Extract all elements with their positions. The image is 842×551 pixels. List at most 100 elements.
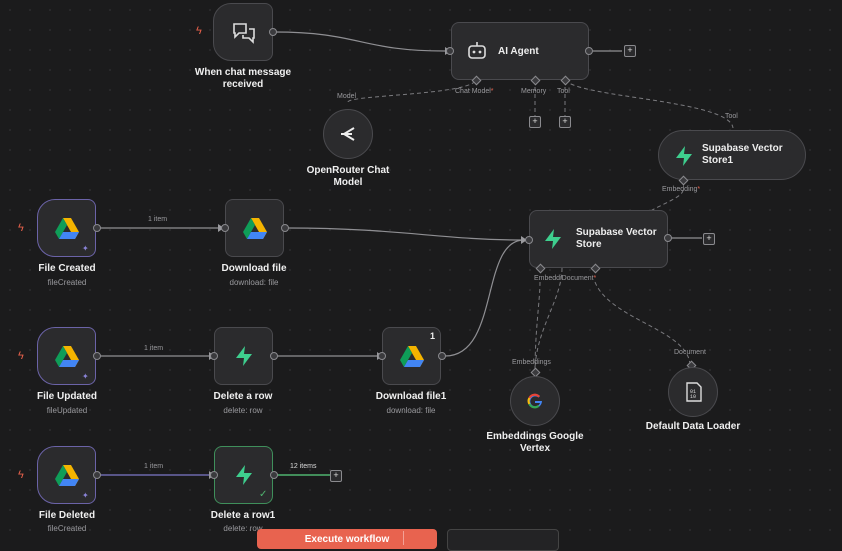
supabase-icon: [676, 146, 692, 166]
port-out[interactable]: [93, 224, 101, 232]
pin-icon: ✦: [82, 491, 89, 500]
edge-download-supabase: [286, 227, 525, 241]
embeddings-google-label: Embeddings Google Vertex: [486, 431, 584, 454]
download-file1-label: Download file1: [375, 391, 447, 402]
file-deleted-sub: fileCreated: [47, 524, 87, 533]
port-in[interactable]: [378, 352, 386, 360]
binary-file-icon: 01 10: [686, 382, 702, 402]
download-file-sub: download: file: [229, 278, 279, 287]
embedding-document-port-label: EmbeddiDocument*: [534, 275, 597, 282]
google-drive-icon: [55, 218, 79, 239]
pin-icon: ✦: [82, 244, 89, 253]
file-updated-label: File Updated: [36, 391, 97, 402]
port-in[interactable]: [210, 471, 218, 479]
edge-embeddings: [534, 267, 563, 373]
file-updated-sub: fileUpdated: [46, 406, 88, 415]
default-data-loader-label: Default Data Loader: [645, 421, 741, 432]
port-out[interactable]: [93, 471, 101, 479]
add-node-button[interactable]: +: [624, 45, 636, 57]
edge-item-count: 12 items: [290, 463, 317, 470]
node-chat-trigger[interactable]: [213, 3, 273, 61]
node-default-data-loader[interactable]: 01 10: [668, 367, 718, 417]
secondary-toolbar-button[interactable]: [447, 529, 559, 551]
model-port-label: Model: [337, 93, 357, 100]
trigger-bolt-icon: ϟ: [18, 469, 24, 481]
edge-chat-to-agent: [273, 31, 446, 52]
google-drive-icon: [243, 218, 267, 239]
node-delete-row[interactable]: [214, 327, 273, 385]
node-ai-agent[interactable]: AI Agent: [451, 22, 589, 80]
connections-layer: [98, 31, 734, 479]
supabase-icon: [236, 465, 252, 485]
file-created-label: File Created: [38, 263, 96, 274]
memory-port-label: Memory: [521, 88, 547, 95]
port-out[interactable]: [269, 28, 277, 36]
google-drive-icon: [55, 346, 79, 367]
port-out[interactable]: [270, 471, 278, 479]
embedding-port-label: Embedding*: [662, 186, 701, 193]
edge-item-count: 1 item: [144, 463, 164, 470]
supabase-vs1-label: Supabase Vector Store1: [702, 143, 783, 166]
edge-item-count: 1 item: [144, 345, 164, 352]
port-out[interactable]: [438, 352, 446, 360]
port-out[interactable]: [585, 47, 593, 55]
add-tool-button[interactable]: +: [559, 116, 571, 128]
ai-agent-label: AI Agent: [498, 46, 539, 57]
node-supabase-vector-store[interactable]: Supabase Vector Store: [529, 210, 668, 268]
openrouter-icon: [341, 127, 355, 141]
port-in[interactable]: [525, 236, 533, 244]
delete-row-sub: delete: row: [223, 406, 263, 415]
chat-icon: [233, 23, 255, 44]
file-deleted-label: File Deleted: [38, 510, 96, 521]
supabase-icon: [545, 229, 561, 249]
node-download-file[interactable]: [225, 199, 284, 257]
port-out[interactable]: [270, 352, 278, 360]
supabase-icon: [236, 346, 252, 366]
embeddings-port-label: Embeddings: [512, 359, 551, 366]
add-memory-button[interactable]: +: [529, 116, 541, 128]
trigger-bolt-icon: ϟ: [18, 222, 24, 234]
port-out[interactable]: [664, 234, 672, 242]
port-in[interactable]: [210, 352, 218, 360]
openrouter-label: OpenRouter Chat Model: [306, 165, 390, 188]
node-file-created[interactable]: ✦: [37, 199, 96, 257]
svg-text:10: 10: [690, 394, 696, 400]
port-out[interactable]: [93, 352, 101, 360]
node-embeddings-google[interactable]: [510, 376, 560, 426]
chat-model-port-label: Chat Model*: [455, 88, 494, 95]
chat-trigger-label: When chat message received: [194, 67, 292, 90]
node-delete-row1[interactable]: ✓: [214, 446, 273, 504]
download-file1-sub: download: file: [386, 406, 436, 415]
google-drive-icon: [400, 346, 424, 367]
node-supabase-vector-store1[interactable]: Supabase Vector Store1: [658, 130, 806, 180]
google-drive-icon: [55, 465, 79, 486]
checkmark-icon: ✓: [259, 489, 268, 500]
edge-item-count: 1 item: [148, 216, 168, 223]
robot-icon: [468, 42, 486, 59]
supabase-vs-label: Supabase Vector Store: [576, 227, 657, 250]
node-download-file1[interactable]: 1: [382, 327, 441, 385]
port-out[interactable]: [281, 224, 289, 232]
add-node-button[interactable]: +: [703, 233, 715, 245]
port-in[interactable]: [446, 47, 454, 55]
add-node-button[interactable]: +: [330, 470, 342, 482]
delete-row-label: Delete a row: [213, 391, 273, 402]
execute-workflow-button[interactable]: Execute workflow: [257, 529, 437, 549]
download-file-label: Download file: [221, 263, 287, 274]
run-count-badge: 1: [430, 331, 436, 341]
node-file-updated[interactable]: ✦: [37, 327, 96, 385]
google-icon: [527, 393, 542, 409]
port-in[interactable]: [221, 224, 229, 232]
node-file-deleted[interactable]: ✦: [37, 446, 96, 504]
edge-download1-supabase: [444, 239, 525, 357]
trigger-bolt-icon: ϟ: [18, 350, 24, 362]
node-openrouter[interactable]: [323, 109, 373, 159]
tool-port-label: Tool: [725, 113, 738, 120]
tool-port-label: Tool: [557, 88, 570, 95]
file-created-sub: fileCreated: [47, 278, 87, 287]
edge-tool-vs1: [564, 79, 734, 129]
delete-row1-label: Delete a row1: [210, 510, 276, 521]
document-port-label: Document: [674, 349, 706, 356]
trigger-bolt-icon: ϟ: [196, 25, 202, 37]
pin-icon: ✦: [82, 372, 89, 381]
